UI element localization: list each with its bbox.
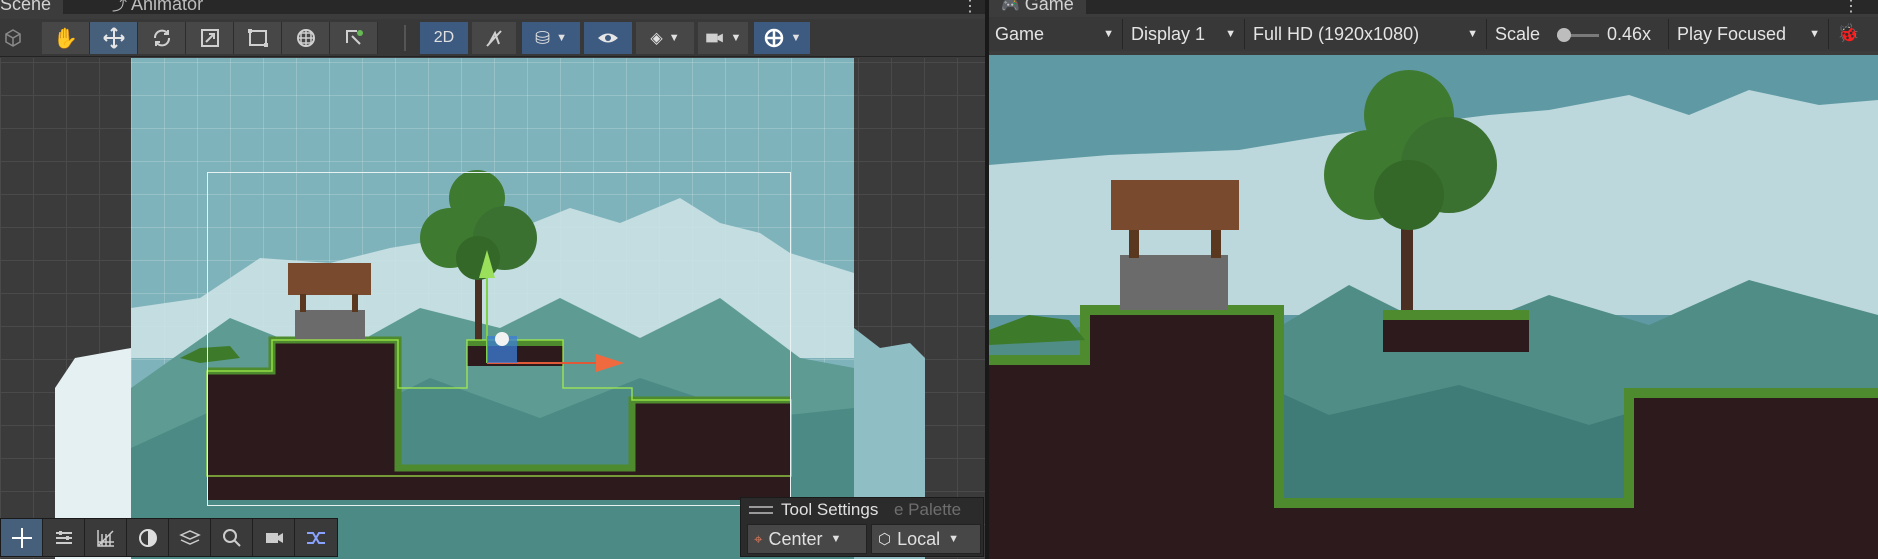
game-render	[989, 55, 1878, 559]
tab-scene[interactable]: Scene	[0, 0, 64, 14]
pivot-space-dropdown[interactable]: ⬡ Local ▼	[871, 524, 981, 554]
chevron-down-icon: ▼	[1103, 28, 1114, 40]
effects-icon: ⛁	[535, 27, 551, 48]
game-toolbar: Game ▼ Display 1 ▼ Full HD (1920x1080) ▼ Sc…	[989, 17, 1878, 51]
gizmos-dropdown[interactable]: ▼	[754, 22, 810, 54]
rotate-tool-button[interactable]	[138, 22, 186, 54]
local-space-icon: ⬡	[878, 531, 892, 548]
scene-viewport[interactable]	[0, 58, 985, 559]
hand-icon: ✋	[53, 27, 78, 50]
unity-editor: Scene ⤴ Animator ⋮ ✋ 2D ⛁ ▼ ◈ ▼ ▼ ▼ Tool…	[0, 0, 1878, 559]
camera-frame	[207, 172, 791, 506]
drag-handle-icon[interactable]	[749, 506, 773, 514]
2d-toggle-button[interactable]: 2D	[420, 22, 468, 54]
chevron-down-icon: ▼	[1809, 28, 1820, 40]
hand-tool-button[interactable]: ✋	[42, 22, 90, 54]
display-dropdown[interactable]: Display 1 ▼	[1125, 19, 1245, 49]
transform-tools: ✋	[42, 22, 378, 54]
scene-visibility-button[interactable]	[584, 22, 632, 54]
game-menu-icon[interactable]: ⋮	[1843, 0, 1859, 16]
game-tabbar: 🎮 Game ⋮	[989, 0, 1878, 16]
move-icon	[11, 527, 32, 548]
bug-icon[interactable]: 🐞	[1837, 23, 1859, 44]
pivot-center-icon: ⌖	[754, 530, 763, 548]
search-icon	[222, 528, 241, 547]
scene-tabbar: Scene ⤴ Animator ⋮	[0, 0, 985, 16]
camera-icon	[265, 532, 283, 543]
play-mode-dropdown[interactable]: Play Focused ▼	[1671, 19, 1829, 49]
layers-icon: ◈	[650, 30, 663, 47]
chevron-down-icon: ▼	[1225, 28, 1236, 40]
move-icon	[102, 27, 125, 49]
transform-icon	[296, 29, 315, 47]
overlay-grid-button[interactable]	[85, 519, 127, 556]
overlay-camera-button[interactable]	[253, 519, 295, 556]
game-well-base	[1120, 255, 1228, 310]
game-view[interactable]	[989, 55, 1878, 559]
chevron-down-icon: ▼	[556, 32, 567, 44]
camera-icon	[705, 33, 723, 43]
overlay-settings-button[interactable]	[43, 519, 85, 556]
move-tool-button[interactable]	[90, 22, 138, 54]
rect-tool-button[interactable]	[234, 22, 282, 54]
overlay-shading-button[interactable]	[127, 519, 169, 556]
overlay-toolbar	[0, 518, 338, 557]
custom-tool-icon	[345, 30, 363, 45]
shading-icon	[138, 528, 157, 547]
scale-slider-knob[interactable]	[1557, 28, 1571, 42]
cube-icon[interactable]	[4, 29, 22, 47]
overlay-layers-button[interactable]	[169, 519, 211, 556]
gizmo-icon	[764, 28, 783, 48]
eye-icon	[598, 33, 618, 43]
lighting-off-icon	[486, 30, 502, 47]
layers-dropdown[interactable]: ◈ ▼	[636, 22, 694, 54]
lighting-toggle-button[interactable]	[472, 22, 516, 54]
pivot-mode-dropdown[interactable]: ⌖ Center ▼	[747, 524, 867, 554]
tool-settings-overlay: Tool Settings e Palette ⌖ Center ▼ ⬡ Loc…	[740, 497, 984, 557]
rect-icon	[247, 29, 268, 47]
scene-menu-icon[interactable]: ⋮	[962, 0, 978, 16]
chevron-down-icon: ▼	[790, 32, 802, 44]
chevron-down-icon: ▼	[730, 32, 742, 44]
overlay-search-button[interactable]	[211, 519, 253, 556]
toolbar-separator	[404, 25, 406, 51]
scale-control: Scale 0.46x	[1489, 19, 1669, 49]
sliders-icon	[55, 530, 72, 544]
grid-snap-icon	[96, 529, 114, 547]
scale-tool-button[interactable]	[186, 22, 234, 54]
game-well-roof	[1111, 180, 1239, 230]
chevron-down-icon: ▼	[668, 32, 680, 44]
rotate-icon	[153, 29, 170, 47]
resolution-dropdown[interactable]: Full HD (1920x1080) ▼	[1247, 19, 1487, 49]
effects-dropdown[interactable]: ⛁ ▼	[522, 22, 580, 54]
gamepad-icon: 🎮	[1001, 0, 1020, 14]
chevron-down-icon: ▼	[1467, 28, 1478, 40]
overlay-shuffle-button[interactable]	[295, 519, 337, 556]
scale-icon	[200, 29, 219, 47]
scale-value: 0.46x	[1607, 23, 1652, 44]
transform-tool-button[interactable]	[282, 22, 330, 54]
tab-animator[interactable]: ⤴ Animator	[112, 0, 203, 14]
game-mode-dropdown[interactable]: Game ▼	[989, 19, 1123, 49]
tile-palette-title: e Palette	[894, 500, 962, 519]
layers-icon	[178, 529, 201, 545]
custom-tool-button[interactable]	[330, 22, 378, 54]
scene-panel: Scene ⤴ Animator ⋮ ✋ 2D ⛁ ▼ ◈ ▼ ▼ ▼ Tool…	[0, 0, 985, 559]
game-panel: 🎮 Game ⋮ Game ▼ Display 1 ▼ Full HD (1920x…	[989, 0, 1878, 559]
scene-toolbar: ✋ 2D ⛁ ▼ ◈ ▼ ▼ ▼	[0, 19, 985, 57]
tool-settings-title: Tool Settings	[781, 500, 879, 519]
chevron-down-icon: ▼	[830, 533, 842, 545]
camera-dropdown[interactable]: ▼	[698, 22, 748, 54]
animator-icon: ⤴	[112, 0, 128, 14]
tab-game[interactable]: 🎮 Game	[989, 0, 1086, 14]
chevron-down-icon: ▼	[948, 533, 960, 545]
shuffle-icon	[307, 531, 325, 544]
overlay-move-button[interactable]	[1, 519, 43, 556]
